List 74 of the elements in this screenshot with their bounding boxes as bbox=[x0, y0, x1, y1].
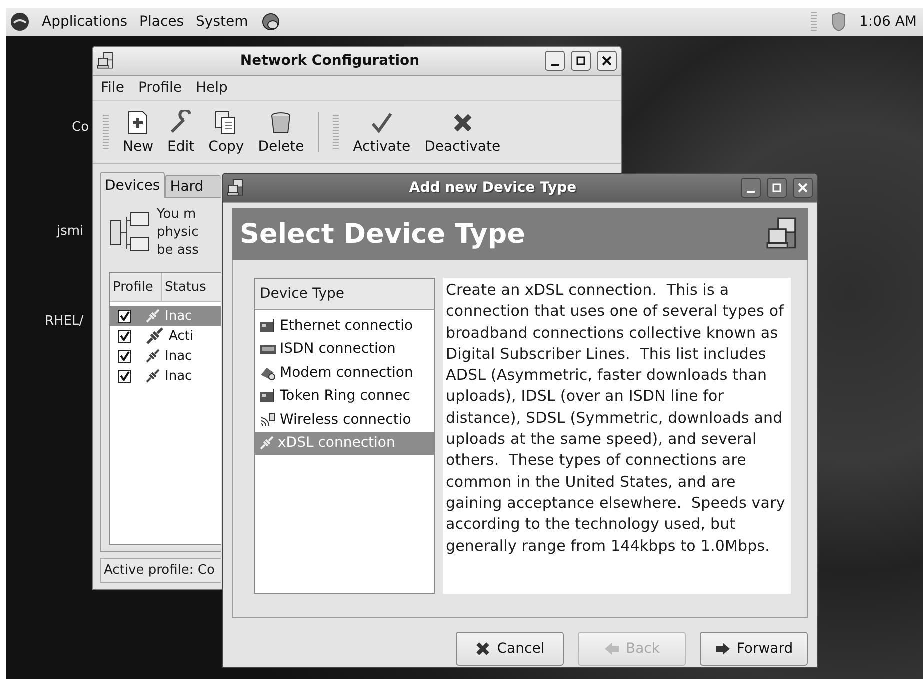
description-text: Create an xDSL connection. This is a connection that uses one of several types of broadband connections collective known as Digital Subscriber Lines. This list includes ADSL (Asymmetric, faster downloads than uploads), IDSL (over an ISDN line for distance), SDSL (Symmetric, downloads and uploads at the same speed), and several others. These types of connections are common in the United States, and are gaining acceptance elsewhere. Speeds vary according to the technology used, but generally range from 144kbps to 1.0Mbps. bbox=[442, 278, 791, 594]
toolbar-button[interactable]: Edit bbox=[162, 106, 201, 158]
network-card-icon bbox=[259, 318, 277, 334]
toolbar-button[interactable]: Delete bbox=[252, 106, 310, 158]
toolbar-button[interactable]: Copy bbox=[202, 106, 250, 158]
menu-item[interactable]: Profile bbox=[138, 80, 182, 96]
list-item[interactable]: Modem connection bbox=[255, 361, 434, 384]
panel-menu[interactable]: Applications bbox=[42, 14, 128, 30]
toolbar-button[interactable]: Activate bbox=[347, 106, 417, 158]
list-item[interactable]: ISDN connection bbox=[255, 338, 434, 361]
toolbar-button[interactable]: New bbox=[117, 106, 160, 158]
status-text: Acti bbox=[169, 328, 194, 344]
column-header[interactable]: Profile bbox=[110, 273, 162, 301]
info-text: be ass bbox=[157, 242, 199, 260]
desktop-icon-label[interactable]: RHEL/ bbox=[45, 314, 84, 329]
status-text: Inac bbox=[165, 348, 192, 364]
toolbar-button[interactable]: Deactivate bbox=[418, 106, 507, 158]
close-button[interactable] bbox=[597, 51, 617, 71]
close-icon bbox=[602, 56, 612, 66]
info-text: physic bbox=[157, 224, 199, 242]
list-item[interactable]: Token Ring connec bbox=[255, 384, 434, 408]
wrench-icon bbox=[168, 110, 194, 136]
checkbox[interactable] bbox=[118, 350, 131, 362]
list-item[interactable]: Ethernet connectio bbox=[255, 314, 434, 338]
page-heading: Select Device Type bbox=[240, 218, 526, 250]
desktop-icon-label[interactable]: Co bbox=[72, 120, 90, 135]
window-title: Network Configuration bbox=[239, 53, 421, 69]
desktop-icon-label[interactable]: jsmi bbox=[57, 224, 84, 239]
dialog-button[interactable]: Cancel bbox=[456, 632, 564, 666]
device-row[interactable]: Inac bbox=[110, 346, 221, 366]
list-item[interactable]: Wireless connectio bbox=[255, 408, 434, 432]
info-text: You m bbox=[157, 206, 198, 224]
column-header[interactable]: Status bbox=[162, 273, 221, 301]
checkbox[interactable] bbox=[118, 330, 131, 342]
device-row[interactable]: Acti bbox=[110, 326, 221, 346]
window-icon bbox=[97, 52, 115, 70]
shield-icon bbox=[831, 12, 848, 32]
minimize-icon bbox=[747, 191, 755, 193]
checkbox[interactable] bbox=[118, 310, 131, 322]
tab[interactable]: Devices bbox=[100, 172, 166, 198]
right-arrow-icon bbox=[714, 641, 731, 657]
minimize-button[interactable] bbox=[741, 178, 761, 198]
plug-icon bbox=[145, 308, 161, 324]
cross-icon bbox=[475, 641, 492, 657]
panel-menu[interactable]: System bbox=[196, 14, 248, 30]
close-icon bbox=[798, 183, 808, 193]
device-row[interactable]: Inac bbox=[110, 366, 221, 386]
minimize-button[interactable] bbox=[545, 51, 565, 71]
menu-item[interactable]: File bbox=[101, 80, 124, 96]
network-card-icon bbox=[259, 388, 277, 404]
maximize-button[interactable] bbox=[571, 51, 591, 71]
close-button[interactable] bbox=[793, 178, 813, 198]
window-icon bbox=[227, 179, 245, 197]
status-bar: Active profile: Co bbox=[100, 558, 221, 583]
plug-icon bbox=[145, 368, 161, 384]
plug-icon bbox=[145, 326, 165, 346]
minimize-icon bbox=[551, 64, 559, 66]
panel-menu[interactable]: Places bbox=[140, 14, 184, 30]
checkbox[interactable] bbox=[118, 370, 131, 382]
menu-item[interactable]: Help bbox=[196, 80, 228, 96]
status-text: Inac bbox=[165, 368, 192, 384]
left-arrow-icon bbox=[604, 641, 620, 657]
maximize-icon bbox=[576, 56, 586, 66]
status-text: Inac bbox=[165, 308, 192, 324]
plug-icon bbox=[259, 435, 275, 452]
column-header[interactable]: Device Type bbox=[255, 279, 434, 310]
maximize-button[interactable] bbox=[767, 178, 787, 198]
clock[interactable]: 1:06 AM bbox=[859, 14, 917, 30]
wireless-icon bbox=[259, 412, 277, 428]
plug-icon bbox=[145, 348, 161, 364]
dialog-title: Add new Device Type bbox=[408, 180, 578, 196]
tab[interactable]: Hard bbox=[165, 175, 221, 198]
maximize-icon bbox=[772, 183, 782, 193]
dialog-button[interactable]: Forward bbox=[700, 632, 808, 666]
